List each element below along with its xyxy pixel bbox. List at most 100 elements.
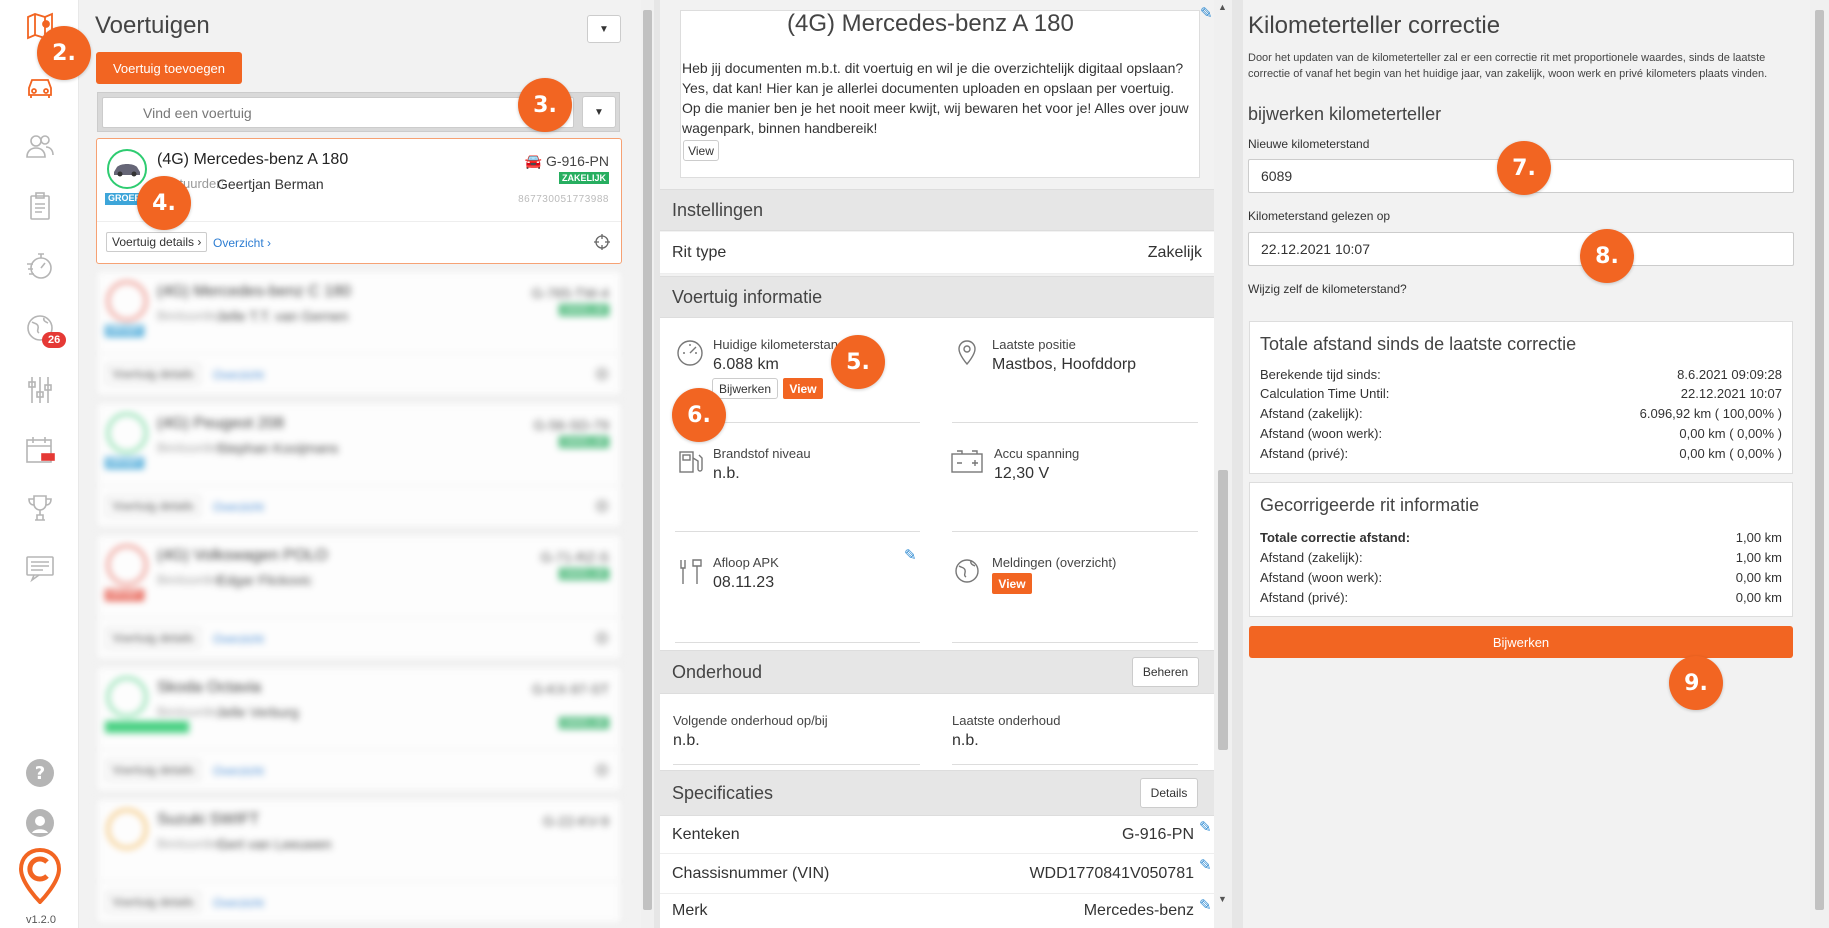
business-tag: ZAKELIJK xyxy=(558,717,609,729)
filter-dropdown[interactable]: ▼ xyxy=(582,96,616,128)
group-tag: GROEP xyxy=(105,325,144,337)
vehicles-menu-dropdown[interactable]: ▼ xyxy=(587,15,621,43)
vehicle-avatar xyxy=(107,809,147,849)
vehicles-title: Voertuigen xyxy=(95,12,210,39)
step-marker-2: 2. xyxy=(37,26,91,80)
vehicle-avatar xyxy=(107,281,147,321)
device-number: 867730051773988 xyxy=(518,194,609,205)
divider xyxy=(673,764,920,765)
overview-link[interactable]: Overzicht xyxy=(213,764,264,778)
maintenance-grid xyxy=(660,694,1214,770)
vehicle-avatar xyxy=(107,545,147,585)
new-odometer-label: Nieuwe kilometerstand xyxy=(1248,137,1370,151)
vehicles-scrollbar[interactable] xyxy=(641,0,654,928)
pencil-icon[interactable]: ✎ xyxy=(904,546,917,564)
brand-value: Mercedes-benz xyxy=(1083,902,1194,919)
step-marker-6: 6. xyxy=(672,388,726,442)
odometer-view-button[interactable]: View xyxy=(783,378,823,399)
locate-icon[interactable] xyxy=(593,365,611,383)
total-row-value: 6.096,92 km ( 100,00% ) xyxy=(1639,406,1782,421)
vehicle-name: Skoda Octavia xyxy=(157,679,262,696)
vehicle-details-button[interactable]: Voertuig details › xyxy=(106,232,208,252)
documents-view-button[interactable]: View xyxy=(683,140,719,161)
locate-icon[interactable] xyxy=(593,761,611,779)
read-date-input[interactable]: 22.12.2021 10:07 xyxy=(1248,232,1794,266)
total-distance-title: Totale afstand sinds de laatste correcti… xyxy=(1260,334,1577,354)
total-row: Calculation Time Until: 22.12.2021 10:07 xyxy=(1260,386,1782,404)
license-plate-text: G-916-PN xyxy=(545,153,609,169)
vin-value: WDD1770841V050781 xyxy=(1029,864,1194,882)
total-row-value: 22.12.2021 10:07 xyxy=(1680,386,1782,401)
vehicle-avatar xyxy=(107,413,147,453)
self-change-link[interactable]: Wijzig zelf de kilometerstand? xyxy=(1248,282,1407,296)
correction-scrollbar[interactable] xyxy=(1810,0,1829,928)
vehicle-details-button[interactable]: Voertuig details xyxy=(106,892,201,912)
panel-divider xyxy=(1232,0,1243,928)
search-input[interactable] xyxy=(102,97,574,128)
total-row-key: Afstand (privé): xyxy=(1260,446,1349,461)
vehicle-details-button[interactable]: Voertuig details xyxy=(106,496,201,516)
overview-link[interactable]: Overzicht xyxy=(213,500,264,514)
divider xyxy=(97,881,621,882)
vin-row: Chassisnummer (VIN) WDD1770841V050781 xyxy=(660,854,1214,894)
odometer-label: Huidige kilometerstand xyxy=(713,337,846,352)
vehicle-card[interactable]: GROEP (4G) Mercedes-benz C 180 Bestuurde… xyxy=(96,270,622,396)
globe-icon xyxy=(952,556,982,586)
vehicle-details-button[interactable]: Voertuig details xyxy=(106,628,201,648)
overview-link[interactable]: Overzicht › xyxy=(213,236,271,250)
group-tag: GROEP xyxy=(105,457,144,469)
apk-value: 08.11.23 xyxy=(713,574,775,591)
vehicle-details-button[interactable]: Voertuig details xyxy=(106,364,201,384)
next-maintenance-value: n.b. xyxy=(673,732,700,749)
fuel-pump-icon xyxy=(675,446,705,476)
vehicle-card[interactable]: GROEP (4G) Volkswagen POLO Bestuurder: E… xyxy=(96,534,622,660)
overview-link[interactable]: Overzicht xyxy=(213,368,264,382)
pencil-icon[interactable]: ✎ xyxy=(1199,856,1212,874)
specs-details-button[interactable]: Details xyxy=(1140,778,1198,808)
clipboard-icon[interactable] xyxy=(22,188,58,224)
divider xyxy=(952,642,1198,643)
step-marker-7: 7. xyxy=(1497,141,1551,195)
help-icon[interactable]: ? xyxy=(22,755,58,791)
trophy-icon[interactable] xyxy=(22,490,58,526)
locate-icon[interactable] xyxy=(593,629,611,647)
vehicle-name: (4G) Volkswagen POLO xyxy=(157,547,328,564)
update-odometer-submit-button[interactable]: Bijwerken xyxy=(1249,626,1793,658)
locate-icon[interactable] xyxy=(593,233,611,251)
vehicle-card[interactable]: Skoda Octavia Bestuurder: Jelle Verburg … xyxy=(96,666,622,792)
pencil-icon[interactable]: ✎ xyxy=(1199,896,1212,914)
position-value: Mastbos, Hoofddorp xyxy=(992,356,1137,373)
support-icon[interactable] xyxy=(22,805,58,841)
odometer-value: 6.088 km xyxy=(713,356,779,373)
vehicle-detail-title: (4G) Mercedes-benz A 180 xyxy=(787,10,1074,37)
add-vehicle-button[interactable]: Voertuig toevoegen xyxy=(96,52,242,84)
pencil-icon[interactable]: ✎ xyxy=(1199,818,1212,836)
corrected-row-key: Afstand (zakelijk): xyxy=(1260,550,1363,565)
chat-icon[interactable] xyxy=(22,550,58,586)
stopwatch-icon[interactable] xyxy=(22,248,58,284)
app-version: v1.2.0 xyxy=(26,914,56,926)
manage-maintenance-button[interactable]: Beheren xyxy=(1132,657,1199,687)
sliders-icon[interactable] xyxy=(22,372,58,408)
step-marker-3: 3. xyxy=(518,78,572,132)
detail-scrollbar[interactable]: ▲ ▼ xyxy=(1214,0,1232,928)
locate-icon[interactable] xyxy=(593,497,611,515)
overview-link[interactable]: Overzicht xyxy=(213,632,264,646)
logo-icon xyxy=(18,848,62,904)
alerts-view-button[interactable]: View xyxy=(992,573,1032,594)
business-tag: ZAKELIJK xyxy=(558,172,609,184)
calendar-car-icon[interactable] xyxy=(22,432,58,468)
total-row-value: 8.6.2021 09:09:28 xyxy=(1677,367,1782,382)
update-odometer-button[interactable]: Bijwerken xyxy=(712,378,778,399)
corrected-row: Afstand (woon werk): 0,00 km xyxy=(1260,570,1782,588)
brand-row: Merk Mercedes-benz xyxy=(660,894,1214,928)
group-tag: GROEP xyxy=(105,589,144,601)
vehicle-details-button[interactable]: Voertuig details xyxy=(106,760,201,780)
vehicle-card[interactable]: GROEP (4G) Peugeot 208 Bestuurder: Steph… xyxy=(96,402,622,528)
pencil-icon[interactable]: ✎ xyxy=(1200,4,1213,22)
overview-link[interactable]: Overzicht xyxy=(213,896,264,910)
corrected-row-value: 0,00 km xyxy=(1735,590,1782,605)
corrected-row-value: 1,00 km xyxy=(1735,530,1782,545)
users-icon[interactable] xyxy=(22,128,58,164)
vehicle-card[interactable]: Suzuki SWIFT Bestuurder: Gert van Leeuwe… xyxy=(96,798,622,924)
